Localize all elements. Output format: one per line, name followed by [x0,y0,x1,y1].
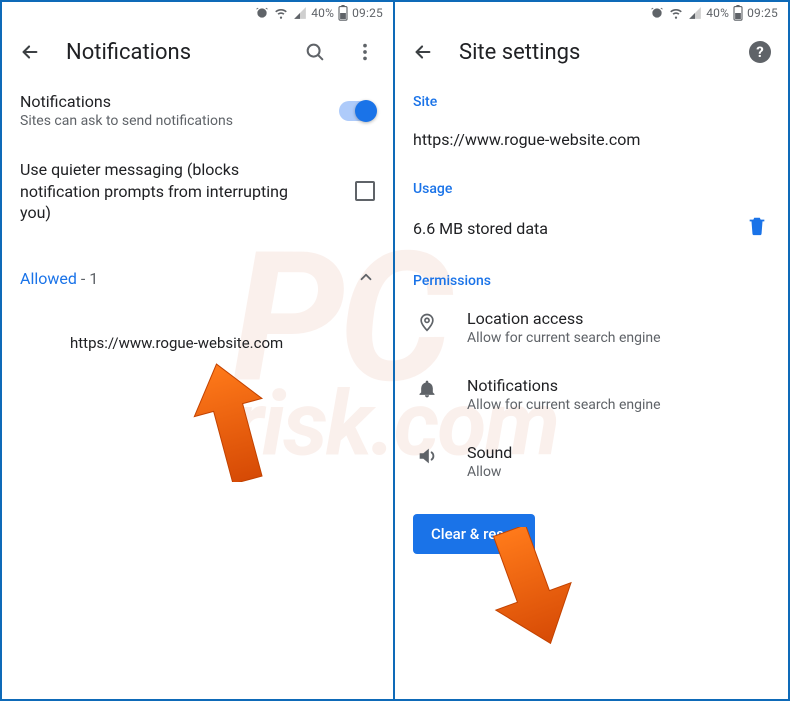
more-icon[interactable] [351,38,379,66]
permission-sound[interactable]: Sound Allow [395,427,788,494]
usage-row[interactable]: 6.6 MB stored data [395,201,788,255]
wifi-icon [668,6,684,20]
section-usage: Usage [395,167,788,201]
clock-text: 09:25 [352,6,383,20]
page-title: Notifications [66,40,279,65]
allowed-count: 1 [89,269,98,288]
alarm-icon [650,6,664,20]
permission-sub: Allow for current search engine [467,330,770,346]
notifications-label: Notifications [20,92,339,111]
signal-icon [688,6,702,20]
sound-icon [415,443,439,467]
search-icon[interactable] [301,38,329,66]
clock-text: 09:25 [747,6,778,20]
signal-icon [293,6,307,20]
app-bar: Notifications [2,24,393,80]
page-title: Site settings [459,40,724,65]
pane-site-settings: 40% 09:25 Site settings ? Site https://w… [395,2,788,699]
notifications-toggle[interactable] [339,101,375,121]
clear-reset-button[interactable]: Clear & reset [413,514,535,554]
allowed-site-item[interactable]: https://www.rogue-website.com [2,302,393,364]
permission-title: Notifications [467,376,770,395]
permission-sub: Allow for current search engine [467,397,770,413]
pane-notifications: 40% 09:25 Notifications Notification [2,2,395,699]
allowed-section[interactable]: Allowed - 1 [2,242,393,302]
help-icon[interactable]: ? [746,38,774,66]
battery-icon [338,5,348,21]
status-bar: 40% 09:25 [395,2,788,24]
allowed-label: Allowed [20,269,77,288]
site-url-row: https://www.rogue-website.com [395,114,788,167]
permission-location[interactable]: Location access Allow for current search… [395,293,788,360]
clear-reset-label: Clear & reset [431,525,517,543]
battery-text: 40% [311,6,334,20]
notifications-toggle-row[interactable]: Notifications Sites can ask to send noti… [2,80,393,141]
status-bar: 40% 09:25 [2,2,393,24]
battery-icon [733,5,743,21]
allowed-site-url: https://www.rogue-website.com [70,334,283,352]
quieter-row[interactable]: Use quieter messaging (blocks notificati… [2,141,393,242]
chevron-up-icon[interactable] [357,268,375,290]
app-bar: Site settings ? [395,24,788,80]
quieter-label: Use quieter messaging (blocks notificati… [20,159,310,224]
section-site: Site [395,80,788,114]
allowed-count-sep: - [81,269,89,288]
battery-text: 40% [706,6,729,20]
permission-title: Sound [467,443,770,462]
trash-icon[interactable] [746,215,770,241]
wifi-icon [273,6,289,20]
quieter-checkbox[interactable] [355,181,375,201]
site-url: https://www.rogue-website.com [413,130,640,149]
bell-icon [415,376,439,400]
location-icon [415,309,439,333]
permission-title: Location access [467,309,770,328]
section-permissions: Permissions [395,255,788,293]
permission-sub: Allow [467,464,770,480]
notifications-sub: Sites can ask to send notifications [20,113,339,129]
back-icon[interactable] [409,38,437,66]
permission-notifications[interactable]: Notifications Allow for current search e… [395,360,788,427]
usage-text: 6.6 MB stored data [413,219,746,238]
back-icon[interactable] [16,38,44,66]
alarm-icon [255,6,269,20]
